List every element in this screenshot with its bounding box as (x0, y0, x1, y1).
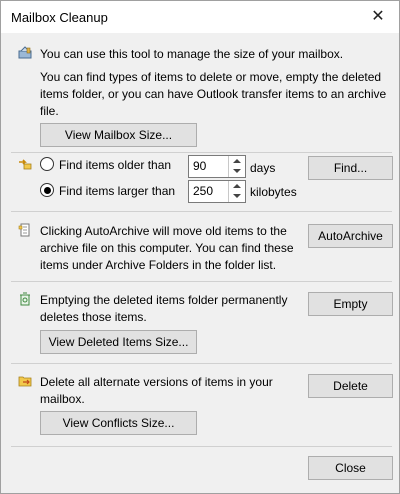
larger-than-value: 250 (193, 184, 214, 198)
older-than-value: 90 (193, 159, 207, 173)
view-deleted-items-size-button[interactable]: View Deleted Items Size... (40, 330, 197, 354)
divider (11, 446, 392, 447)
autoarchive-line-2: archive file on this computer. You can f… (40, 241, 294, 255)
mailbox-cleanup-dialog: Mailbox Cleanup ✕ You can use this tool … (0, 0, 400, 494)
mailbox-intro-text: You can use this tool to manage the size… (40, 47, 344, 61)
older-than-stepper[interactable]: 90 (188, 155, 246, 178)
find-button[interactable]: Find... (308, 156, 393, 180)
recycle-bin-icon (20, 292, 30, 306)
conflicts-line-2: mailbox. (40, 392, 85, 406)
autoarchive-button[interactable]: AutoArchive (308, 224, 393, 248)
empty-button[interactable]: Empty (308, 292, 393, 316)
find-items-icon (19, 159, 32, 170)
title-bar: Mailbox Cleanup ✕ (1, 1, 399, 33)
divider (11, 211, 392, 212)
larger-than-unit: kilobytes (250, 185, 297, 199)
autoarchive-line-1: Clicking AutoArchive will move old items… (40, 224, 287, 238)
larger-than-stepper[interactable]: 250 (188, 180, 246, 203)
chevron-up-icon[interactable] (233, 184, 241, 188)
view-conflicts-size-button[interactable]: View Conflicts Size... (40, 411, 197, 435)
delete-button[interactable]: Delete (308, 374, 393, 398)
older-than-unit: days (250, 161, 276, 175)
mailbox-desc-line-1: You can find types of items to delete or… (40, 70, 382, 84)
archive-icon (18, 223, 30, 237)
view-mailbox-size-button[interactable]: View Mailbox Size... (40, 123, 197, 147)
close-button[interactable]: Close (308, 456, 393, 480)
chevron-down-icon[interactable] (233, 194, 241, 198)
divider (11, 363, 392, 364)
divider (11, 281, 392, 282)
autoarchive-line-3: items under Archive Folders in the folde… (40, 258, 277, 272)
divider (11, 152, 392, 153)
mailbox-desc-line-2: items folder, or you can have Outlook tr… (40, 87, 387, 101)
deleted-items-line-2: deletes those items. (40, 310, 147, 324)
stepper-buttons[interactable] (228, 156, 245, 177)
conflicts-folder-icon (18, 376, 32, 387)
window-title: Mailbox Cleanup (11, 10, 108, 25)
deleted-items-line-1: Emptying the deleted items folder perman… (40, 293, 288, 307)
larger-than-radio[interactable] (40, 183, 54, 197)
mailbox-tool-icon (18, 46, 32, 59)
larger-than-label: Find items larger than (59, 184, 176, 198)
stepper-buttons[interactable] (228, 181, 245, 202)
older-than-label: Find items older than (59, 158, 172, 172)
chevron-down-icon[interactable] (233, 169, 241, 173)
older-than-radio[interactable] (40, 157, 54, 171)
mailbox-desc-line-3: file. (40, 104, 59, 118)
close-icon[interactable]: ✕ (365, 5, 391, 29)
conflicts-line-1: Delete all alternate versions of items i… (40, 375, 273, 389)
chevron-up-icon[interactable] (233, 159, 241, 163)
